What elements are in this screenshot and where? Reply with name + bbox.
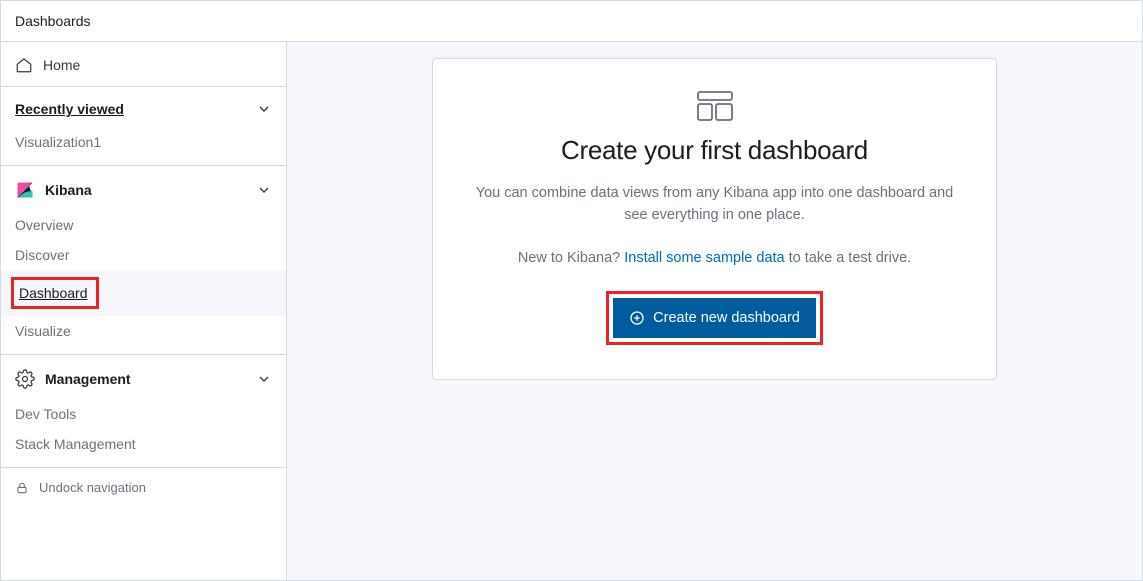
empty-state-description: You can combine data views from any Kiba… xyxy=(469,182,960,227)
kibana-item-dashboard[interactable]: Dashboard xyxy=(1,270,286,316)
recent-item-label: Visualization1 xyxy=(15,134,101,150)
empty-state-heading: Create your first dashboard xyxy=(469,135,960,166)
section-management-label: Management xyxy=(45,371,131,387)
kibana-icon xyxy=(15,180,35,200)
main-content: Create your first dashboard You can comb… xyxy=(287,42,1142,580)
management-item-label: Stack Management xyxy=(15,436,136,452)
management-item-label: Dev Tools xyxy=(15,406,76,422)
chevron-down-icon xyxy=(256,182,272,198)
kibana-item-discover[interactable]: Discover xyxy=(1,240,286,270)
section-kibana-label: Kibana xyxy=(45,182,92,198)
page-title: Dashboards xyxy=(15,13,91,29)
gear-icon xyxy=(15,369,35,389)
sidebar: Home Recently viewed Visualization1 Kiba… xyxy=(1,42,287,580)
management-item-stackmanagement[interactable]: Stack Management xyxy=(1,429,286,459)
kibana-item-label: Discover xyxy=(15,247,69,263)
empty-state-card: Create your first dashboard You can comb… xyxy=(432,58,997,380)
kibana-item-label: Visualize xyxy=(15,323,71,339)
nav-home[interactable]: Home xyxy=(1,42,286,86)
section-kibana[interactable]: Kibana xyxy=(1,166,286,210)
app-body: Home Recently viewed Visualization1 Kiba… xyxy=(1,42,1142,580)
install-sample-data-link[interactable]: Install some sample data xyxy=(624,250,784,266)
section-management[interactable]: Management xyxy=(1,355,286,399)
section-recently-viewed-label: Recently viewed xyxy=(15,101,124,117)
recent-item-visualization1[interactable]: Visualization1 xyxy=(1,127,286,157)
kibana-item-visualize[interactable]: Visualize xyxy=(1,316,286,346)
plus-circle-icon xyxy=(629,310,645,326)
undock-navigation[interactable]: Undock navigation xyxy=(1,467,286,507)
management-item-devtools[interactable]: Dev Tools xyxy=(1,399,286,429)
kibana-item-overview[interactable]: Overview xyxy=(1,210,286,240)
lock-icon xyxy=(15,481,29,495)
chevron-down-icon xyxy=(256,101,272,117)
kibana-item-label: Dashboard xyxy=(19,285,88,301)
app-frame: Dashboards Home Recently viewed Visualiz… xyxy=(0,0,1143,581)
cta-label: Create new dashboard xyxy=(653,310,800,326)
subtext-post: to take a test drive. xyxy=(785,250,912,266)
section-recently-viewed[interactable]: Recently viewed xyxy=(1,87,286,127)
dashboard-icon xyxy=(697,91,733,121)
home-icon xyxy=(15,56,33,74)
cta-highlight-box: Create new dashboard xyxy=(606,291,823,345)
kibana-item-label: Overview xyxy=(15,217,73,233)
page-header: Dashboards xyxy=(1,1,1142,42)
subtext-pre: New to Kibana? xyxy=(518,250,624,266)
chevron-down-icon xyxy=(256,371,272,387)
create-new-dashboard-button[interactable]: Create new dashboard xyxy=(613,298,816,338)
nav-home-label: Home xyxy=(43,57,80,73)
empty-state-subtext: New to Kibana? Install some sample data … xyxy=(469,247,960,269)
undock-label: Undock navigation xyxy=(39,480,146,495)
